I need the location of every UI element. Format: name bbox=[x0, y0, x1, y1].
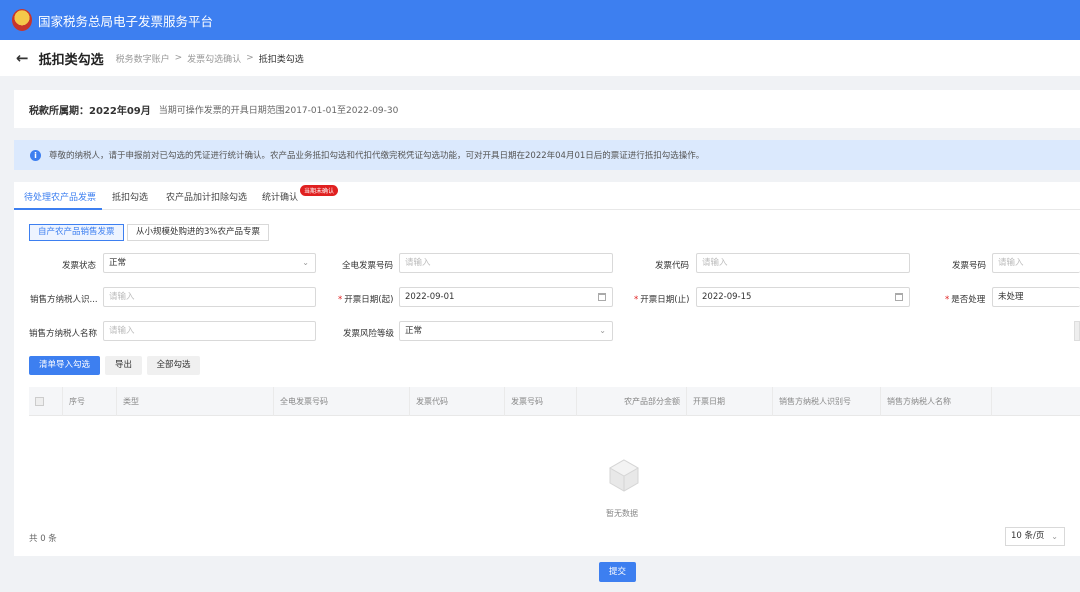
period-value: 2022年09月 bbox=[89, 105, 151, 117]
seller-name-input[interactable]: 请输入 bbox=[103, 321, 316, 341]
risk-level-select[interactable]: 正常 ⌄ bbox=[399, 321, 613, 341]
column-header: 发票号码 bbox=[505, 387, 577, 416]
page-size-select[interactable]: 10 条/页 ⌄ bbox=[1005, 527, 1065, 546]
notice-text: 尊敬的纳税人，请于申报前对已勾选的凭证进行统计确认。农产品业务抵扣勾选和代扣代缴… bbox=[49, 151, 705, 161]
tab-pending-agri[interactable]: 待处理农产品发票 bbox=[24, 190, 96, 203]
invoice-status-select[interactable]: 正常 ⌄ bbox=[103, 253, 316, 273]
chevron-down-icon: ⌄ bbox=[599, 326, 606, 335]
date-start-label: * 开票日期(起) bbox=[338, 295, 394, 305]
seller-tax-id-label: 销售方纳税人识... bbox=[30, 295, 98, 305]
select-all-checkbox[interactable] bbox=[35, 397, 44, 406]
subtab-small-scale[interactable]: 从小规模处购进的3%农产品专票 bbox=[127, 224, 269, 241]
import-select-button[interactable]: 清单导入勾选 bbox=[29, 356, 100, 375]
notice-banner: i 尊敬的纳税人，请于申报前对已勾选的凭证进行统计确认。农产品业务抵扣勾选和代扣… bbox=[14, 140, 1080, 170]
tab-agri-additional[interactable]: 农产品加计扣除勾选 bbox=[166, 190, 247, 203]
active-tab-indicator bbox=[14, 208, 102, 210]
seller-name-label: 销售方纳税人名称 bbox=[29, 329, 98, 339]
column-header: 销售方纳税人识别号 bbox=[773, 387, 881, 416]
column-header: 发票代码 bbox=[410, 387, 505, 416]
info-icon: i bbox=[30, 149, 41, 161]
date-start-picker[interactable]: 2022-09-01 bbox=[399, 287, 613, 307]
empty-box-icon bbox=[608, 459, 640, 492]
full-invoice-no-input[interactable]: 请输入 bbox=[399, 253, 613, 273]
column-header: 开票日期 bbox=[687, 387, 773, 416]
tab-bar: 待处理农产品发票 抵扣勾选 农产品加计扣除勾选 统计确认 当期未确认 bbox=[14, 182, 1080, 210]
arrow-left-icon[interactable]: ← bbox=[16, 49, 29, 67]
export-button[interactable]: 导出 bbox=[105, 356, 142, 375]
invoice-status-value: 正常 bbox=[109, 258, 127, 268]
date-end-label: * 开票日期(止) bbox=[634, 295, 690, 305]
header-checkbox-cell bbox=[29, 387, 63, 416]
tax-emblem-icon bbox=[12, 9, 32, 31]
main-panel: 待处理农产品发票 抵扣勾选 农产品加计扣除勾选 统计确认 当期未确认 自产农产品… bbox=[14, 182, 1080, 556]
total-count: 共 0 条 bbox=[29, 534, 57, 544]
tab-deduct-select[interactable]: 抵扣勾选 bbox=[112, 190, 148, 203]
status-badge: 当期未确认 bbox=[300, 185, 339, 196]
breadcrumb-separator: > bbox=[174, 53, 183, 63]
breadcrumb-item-current: 抵扣类勾选 bbox=[258, 54, 304, 65]
chevron-down-icon: ⌄ bbox=[302, 258, 309, 267]
invoice-no-label: 发票号码 bbox=[952, 261, 987, 271]
empty-state-text: 暂无数据 bbox=[606, 509, 638, 518]
seller-tax-id-input[interactable]: 请输入 bbox=[103, 287, 316, 307]
column-header: 类型 bbox=[117, 387, 274, 416]
invoice-no-input[interactable]: 请输入 bbox=[992, 253, 1080, 273]
page-title: 抵扣类勾选 bbox=[38, 52, 104, 68]
platform-title: 国家税务总局电子发票服务平台 bbox=[38, 13, 214, 29]
page-header: ← 抵扣类勾选 税务数字账户 > 发票勾选确认 > 抵扣类勾选 bbox=[0, 40, 1080, 76]
select-all-button[interactable]: 全部勾选 bbox=[147, 356, 200, 375]
subtab-self-produced[interactable]: 自产农产品销售发票 bbox=[29, 224, 124, 241]
submit-button[interactable]: 提交 bbox=[599, 562, 636, 582]
processed-select[interactable]: 未处理 bbox=[992, 287, 1080, 307]
invoice-status-label: 发票状态 bbox=[62, 261, 97, 271]
date-end-picker[interactable]: 2022-09-15 bbox=[696, 287, 910, 307]
breadcrumb-separator: > bbox=[246, 53, 254, 63]
period-range: 当期可操作发票的开具日期范围2017-01-01至2022-09-30 bbox=[158, 105, 399, 116]
invoice-code-label: 发票代码 bbox=[655, 261, 690, 271]
risk-level-label: 发票风险等级 bbox=[343, 329, 395, 339]
tax-period-card: 税款所属期： 2022年09月 当期可操作发票的开具日期范围2017-01-01… bbox=[14, 90, 1080, 128]
table-header: 序号 类型 全电发票号码 发票代码 发票号码 农产品部分金额 开票日期 销售方纳… bbox=[29, 387, 1080, 416]
top-bar: 国家税务总局电子发票服务平台 bbox=[0, 0, 1080, 40]
processed-label: * 是否处理 bbox=[945, 295, 986, 305]
breadcrumb-item-account[interactable]: 税务数字账户 bbox=[116, 52, 170, 65]
date-end-value: 2022-09-15 bbox=[702, 292, 752, 302]
column-header: 销售方纳税人名称 bbox=[881, 387, 992, 416]
column-header: 农产品部分金额 bbox=[577, 387, 687, 416]
column-header: 全电发票号码 bbox=[274, 387, 410, 416]
page-size-value: 10 条/页 bbox=[1011, 531, 1045, 541]
breadcrumb-item-confirm[interactable]: 发票勾选确认 bbox=[187, 52, 241, 65]
tab-statistics-confirm[interactable]: 统计确认 bbox=[262, 190, 298, 203]
chevron-down-icon: ⌄ bbox=[1051, 532, 1058, 541]
calendar-icon bbox=[895, 293, 903, 301]
column-header: 序号 bbox=[63, 387, 117, 416]
risk-level-value: 正常 bbox=[405, 326, 423, 336]
invoice-code-input[interactable]: 请输入 bbox=[696, 253, 910, 273]
period-label: 税款所属期： bbox=[29, 105, 89, 117]
date-start-value: 2022-09-01 bbox=[405, 292, 455, 302]
collapsed-button[interactable] bbox=[1074, 321, 1080, 341]
calendar-icon bbox=[598, 293, 606, 301]
full-invoice-no-label: 全电发票号码 bbox=[342, 261, 394, 271]
